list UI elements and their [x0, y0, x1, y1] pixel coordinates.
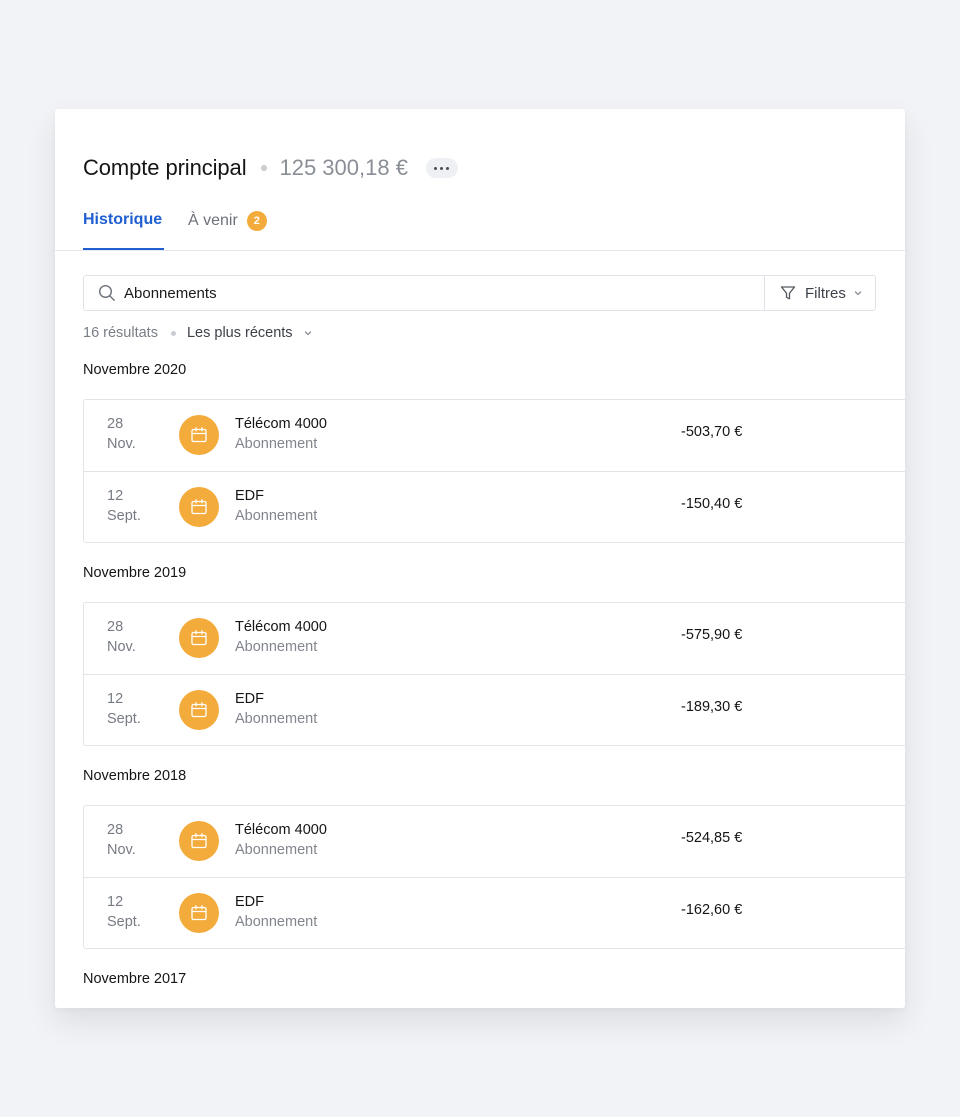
date-day: 28 — [107, 416, 124, 432]
tab-a-venir-label: À venir — [188, 212, 238, 229]
merchant-name: Télécom 4000 — [235, 416, 327, 432]
results-count: 16 résultats — [83, 325, 158, 341]
date-month: Sept. — [107, 711, 141, 727]
active-tab-indicator — [83, 248, 164, 250]
merchant-name: Télécom 4000 — [235, 619, 327, 635]
account-balance: 125 300,18 € — [279, 155, 408, 180]
group-title: Novembre 2019 — [83, 565, 187, 581]
tab-a-venir[interactable]: À venir 2 — [188, 211, 267, 231]
date-day: 28 — [107, 822, 124, 838]
transaction-amount: -524,85 € — [681, 830, 743, 846]
tab-historique-label: Historique — [83, 211, 163, 228]
calendar-icon — [191, 702, 207, 718]
transaction-category: Abonnement — [235, 914, 318, 930]
filter-funnel-icon — [780, 285, 796, 301]
transaction-amount: -189,30 € — [681, 699, 743, 715]
merchant-name: EDF — [235, 488, 264, 504]
transaction-category: Abonnement — [235, 508, 318, 524]
more-options-button[interactable] — [425, 158, 458, 178]
transaction-category: Abonnement — [235, 639, 318, 655]
separator-dot — [170, 330, 176, 336]
date-month: Sept. — [107, 508, 141, 524]
transaction-row[interactable]: 12 Sept. EDF Abonnement -150,40 € — [84, 471, 905, 542]
search-bar: Filtres — [83, 275, 876, 311]
chevron-down-icon — [303, 328, 313, 338]
calendar-icon — [191, 833, 207, 849]
calendar-icon — [191, 499, 207, 515]
transaction-row[interactable]: 12 Sept. EDF Abonnement -162,60 € — [84, 877, 905, 948]
transaction-amount: -162,60 € — [681, 902, 743, 918]
search-input[interactable] — [124, 278, 744, 308]
group-title: Novembre 2017 — [83, 971, 187, 987]
account-card: Compte principal 125 300,18 € Historique… — [55, 109, 905, 1008]
transaction-date: 12 Sept. — [107, 486, 141, 526]
date-day: 12 — [107, 691, 124, 707]
filters-button[interactable]: Filtres — [764, 276, 875, 310]
transaction-row[interactable]: 28 Nov. Télécom 4000 Abonnement -575,90 … — [84, 603, 905, 674]
date-month: Nov. — [107, 842, 136, 858]
date-month: Sept. — [107, 914, 141, 930]
tab-count-badge: 2 — [246, 211, 267, 231]
more-dot-icon — [434, 166, 438, 170]
sort-dropdown[interactable]: Les plus récents — [187, 325, 313, 341]
transaction-info: Télécom 4000 Abonnement — [235, 414, 327, 454]
transaction-info: Télécom 4000 Abonnement — [235, 820, 327, 860]
account-title: Compte principal — [83, 155, 247, 180]
transaction-amount: -575,90 € — [681, 627, 743, 643]
transaction-list: 28 Nov. Télécom 4000 Abonnement -503,70 … — [83, 399, 905, 543]
transaction-amount: -150,40 € — [681, 496, 743, 512]
transaction-info: EDF Abonnement — [235, 486, 317, 526]
transaction-info: Télécom 4000 Abonnement — [235, 617, 327, 657]
more-dot-icon — [446, 166, 450, 170]
transaction-category: Abonnement — [235, 842, 318, 858]
transaction-date: 12 Sept. — [107, 689, 141, 729]
transaction-row[interactable]: 28 Nov. Télécom 4000 Abonnement -524,85 … — [84, 806, 905, 877]
transaction-date: 28 Nov. — [107, 414, 136, 454]
category-avatar — [179, 618, 219, 658]
merchant-name: Télécom 4000 — [235, 822, 327, 838]
merchant-name: EDF — [235, 894, 264, 910]
tab-bar: Historique À venir 2 — [55, 207, 905, 251]
filters-label: Filtres — [805, 284, 846, 302]
transaction-date: 12 Sept. — [107, 892, 141, 932]
category-avatar — [179, 487, 219, 527]
results-meta: 16 résultats Les plus récents — [83, 323, 313, 343]
category-avatar — [179, 821, 219, 861]
transaction-date: 28 Nov. — [107, 820, 136, 860]
transaction-info: EDF Abonnement — [235, 689, 317, 729]
sort-label: Les plus récents — [186, 325, 293, 341]
separator-dot — [261, 165, 268, 171]
category-avatar — [179, 690, 219, 730]
transaction-amount: -503,70 € — [681, 424, 743, 440]
transaction-info: EDF Abonnement — [235, 892, 317, 932]
calendar-icon — [191, 427, 207, 443]
group-title: Novembre 2018 — [83, 768, 187, 784]
transaction-list: 28 Nov. Télécom 4000 Abonnement -524,85 … — [83, 805, 905, 949]
transaction-row[interactable]: 12 Sept. EDF Abonnement -189,30 € — [84, 674, 905, 745]
transaction-list: 28 Nov. Télécom 4000 Abonnement -575,90 … — [83, 602, 905, 746]
tab-historique[interactable]: Historique — [83, 211, 162, 229]
category-avatar — [179, 415, 219, 455]
date-month: Nov. — [107, 639, 136, 655]
category-avatar — [179, 893, 219, 933]
calendar-icon — [191, 630, 207, 646]
date-month: Nov. — [107, 436, 136, 452]
transaction-row[interactable]: 28 Nov. Télécom 4000 Abonnement -503,70 … — [84, 400, 905, 471]
search-icon — [98, 284, 116, 302]
more-dot-icon — [440, 166, 444, 170]
date-day: 12 — [107, 894, 124, 910]
calendar-icon — [191, 905, 207, 921]
group-title: Novembre 2020 — [83, 362, 187, 378]
transaction-category: Abonnement — [235, 436, 318, 452]
date-day: 12 — [107, 488, 124, 504]
transaction-date: 28 Nov. — [107, 617, 136, 657]
date-day: 28 — [107, 619, 124, 635]
transaction-category: Abonnement — [235, 711, 318, 727]
merchant-name: EDF — [235, 691, 264, 707]
chevron-down-icon — [853, 288, 863, 298]
account-header: Compte principal 125 300,18 € — [83, 153, 458, 183]
